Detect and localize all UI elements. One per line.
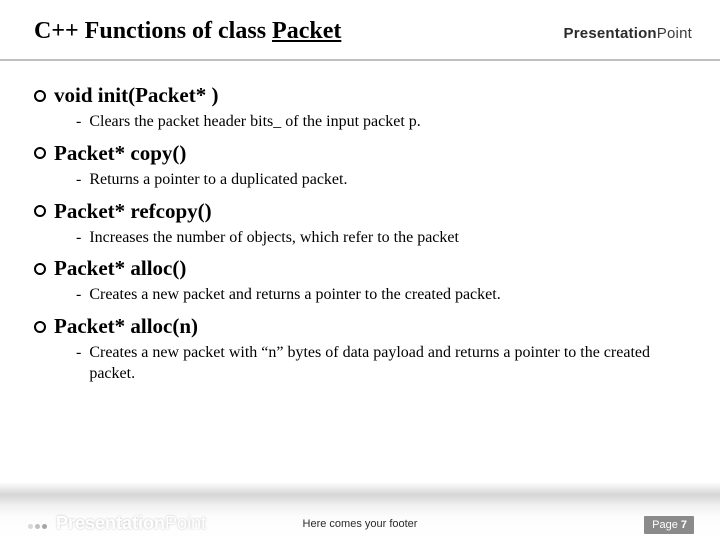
brand-top: PresentationPoint — [564, 25, 692, 42]
function-heading: Packet* refcopy() — [34, 199, 692, 224]
function-description: Creates a new packet and returns a point… — [89, 285, 692, 306]
slide-footer: PresentationPoint Page 7 Here comes your… — [0, 480, 720, 540]
brand-top-suffix: Point — [657, 25, 692, 42]
function-item: Packet* alloc() - Creates a new packet a… — [34, 256, 692, 306]
function-signature: Packet* refcopy() — [54, 199, 212, 224]
slide-header: C++ Functions of class Packet Presentati… — [0, 0, 720, 59]
function-item: Packet* refcopy() - Increases the number… — [34, 199, 692, 249]
content-area: void init(Packet* ) - Clears the packet … — [0, 61, 720, 480]
function-description: Clears the packet header bits_ of the in… — [89, 112, 692, 133]
function-description-line: - Increases the number of objects, which… — [34, 224, 692, 249]
function-heading: Packet* alloc() — [34, 256, 692, 281]
brand-top-prefix: Presentation — [564, 25, 657, 42]
function-signature: Packet* alloc() — [54, 256, 186, 281]
brand-bottom: PresentationPoint — [28, 513, 206, 534]
function-description: Creates a new packet with “n” bytes of d… — [89, 343, 692, 385]
function-heading: Packet* alloc(n) — [34, 314, 692, 339]
dash-bullet-icon: - — [76, 285, 81, 306]
function-item: Packet* alloc(n) - Creates a new packet … — [34, 314, 692, 385]
dash-bullet-icon: - — [76, 343, 81, 385]
slide: C++ Functions of class Packet Presentati… — [0, 0, 720, 540]
page-indicator: Page 7 — [644, 516, 694, 534]
ring-bullet-icon — [34, 90, 46, 102]
slide-title: C++ Functions of class Packet — [34, 18, 341, 45]
title-underlined: Packet — [272, 18, 341, 44]
function-item: void init(Packet* ) - Clears the packet … — [34, 83, 692, 133]
function-description: Increases the number of objects, which r… — [89, 228, 692, 249]
function-description-line: - Creates a new packet and returns a poi… — [34, 281, 692, 306]
function-description-line: - Returns a pointer to a duplicated pack… — [34, 166, 692, 191]
function-description-line: - Creates a new packet with “n” bytes of… — [34, 339, 692, 385]
function-description: Returns a pointer to a duplicated packet… — [89, 170, 692, 191]
function-item: Packet* copy() - Returns a pointer to a … — [34, 141, 692, 191]
title-prefix: C++ Functions of class — [34, 18, 272, 44]
dash-bullet-icon: - — [76, 170, 81, 191]
footer-center-text: Here comes your footer — [303, 518, 418, 530]
logo-dots-icon — [28, 524, 47, 529]
ring-bullet-icon — [34, 321, 46, 333]
function-heading: Packet* copy() — [34, 141, 692, 166]
function-description-line: - Clears the packet header bits_ of the … — [34, 108, 692, 133]
function-signature: Packet* alloc(n) — [54, 314, 198, 339]
brand-bottom-suffix: Point — [165, 513, 206, 533]
ring-bullet-icon — [34, 205, 46, 217]
dash-bullet-icon: - — [76, 112, 81, 133]
ring-bullet-icon — [34, 147, 46, 159]
function-heading: void init(Packet* ) — [34, 83, 692, 108]
brand-bottom-prefix: Presentation — [56, 513, 165, 533]
page-number: 7 — [681, 519, 687, 531]
function-signature: void init(Packet* ) — [54, 83, 218, 108]
ring-bullet-icon — [34, 263, 46, 275]
function-signature: Packet* copy() — [54, 141, 186, 166]
page-label: Page — [652, 519, 681, 531]
dash-bullet-icon: - — [76, 228, 81, 249]
